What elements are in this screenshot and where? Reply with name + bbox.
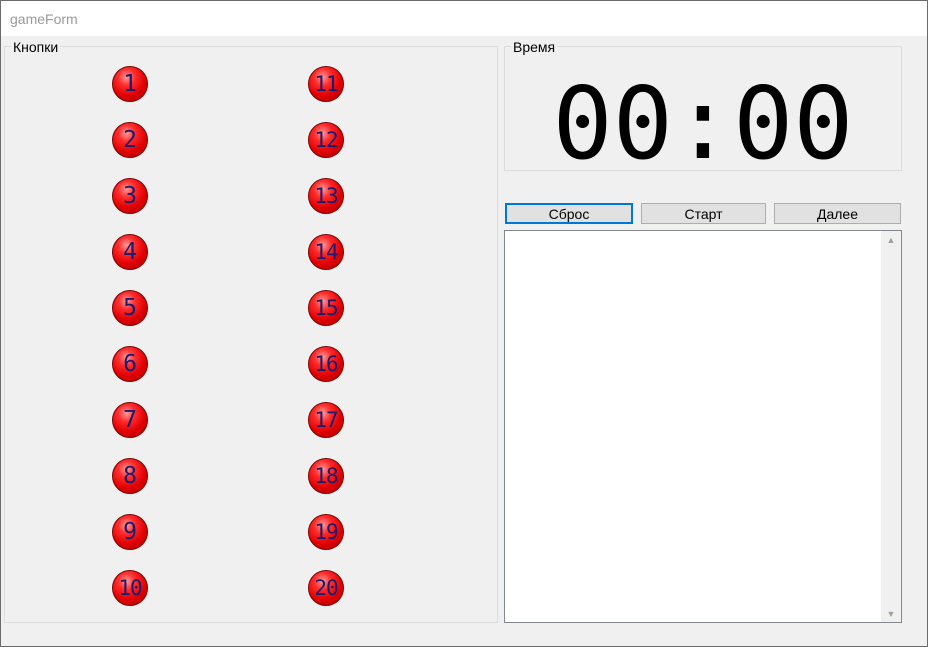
number-button-10[interactable]: 10 bbox=[112, 570, 148, 606]
game-form-window: gameForm Кнопки 1 2 3 4 5 6 7 8 9 10 11 … bbox=[0, 0, 928, 647]
number-button-12[interactable]: 12 bbox=[308, 122, 344, 158]
number-button-9[interactable]: 9 bbox=[112, 514, 148, 550]
buttons-groupbox: Кнопки 1 2 3 4 5 6 7 8 9 10 11 12 13 14 … bbox=[4, 39, 498, 623]
number-button-1[interactable]: 1 bbox=[112, 66, 148, 102]
reset-button[interactable]: Сброс bbox=[505, 203, 633, 224]
buttons-group-label: Кнопки bbox=[11, 39, 61, 55]
number-button-4[interactable]: 4 bbox=[112, 234, 148, 270]
vertical-scrollbar[interactable]: ▲ ▼ bbox=[881, 231, 901, 622]
number-button-11[interactable]: 11 bbox=[308, 66, 344, 102]
time-groupbox: Время 00:00 bbox=[504, 39, 902, 179]
number-button-13[interactable]: 13 bbox=[308, 178, 344, 214]
number-button-18[interactable]: 18 bbox=[308, 458, 344, 494]
number-button-20[interactable]: 20 bbox=[308, 570, 344, 606]
log-textbox[interactable]: ▲ ▼ bbox=[504, 230, 902, 623]
number-button-6[interactable]: 6 bbox=[112, 346, 148, 382]
number-button-14[interactable]: 14 bbox=[308, 234, 344, 270]
number-button-7[interactable]: 7 bbox=[112, 402, 148, 438]
title-bar: gameForm bbox=[1, 1, 927, 36]
number-button-19[interactable]: 19 bbox=[308, 514, 344, 550]
timer-display: 00:00 bbox=[552, 65, 854, 182]
next-button[interactable]: Далее bbox=[774, 203, 901, 224]
number-button-15[interactable]: 15 bbox=[308, 290, 344, 326]
number-button-8[interactable]: 8 bbox=[112, 458, 148, 494]
scroll-down-icon[interactable]: ▼ bbox=[881, 605, 901, 622]
scroll-up-icon[interactable]: ▲ bbox=[881, 231, 901, 248]
number-button-3[interactable]: 3 bbox=[112, 178, 148, 214]
number-button-17[interactable]: 17 bbox=[308, 402, 344, 438]
number-button-16[interactable]: 16 bbox=[308, 346, 344, 382]
start-button[interactable]: Старт bbox=[641, 203, 766, 224]
number-button-5[interactable]: 5 bbox=[112, 290, 148, 326]
number-button-2[interactable]: 2 bbox=[112, 122, 148, 158]
time-group-label: Время bbox=[511, 39, 558, 55]
window-title: gameForm bbox=[10, 11, 78, 27]
